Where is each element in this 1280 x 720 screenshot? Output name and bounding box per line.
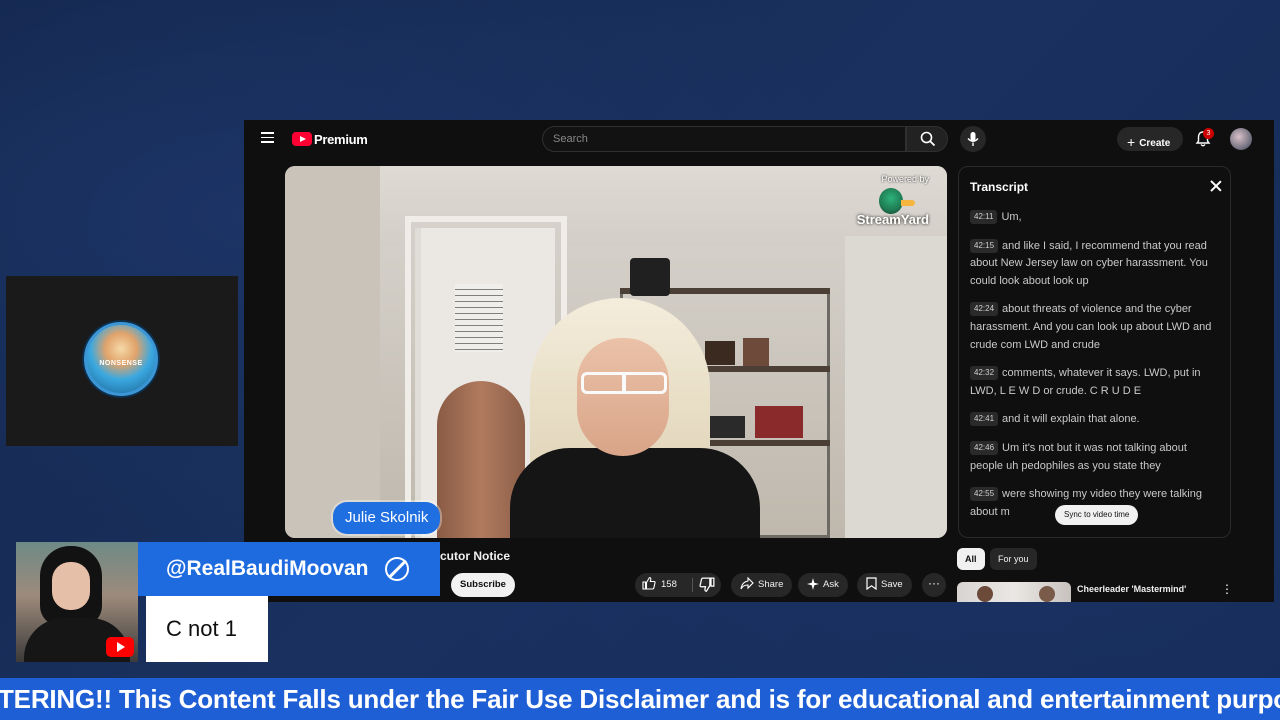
speaker-name-tag: Julie Skolnik (333, 502, 441, 534)
streamyard-logo-beak (901, 200, 915, 206)
streamyard-watermark: Powered by StreamYard (843, 174, 929, 227)
ask-button[interactable]: Ask (798, 573, 848, 597)
timestamp: 42:24 (970, 302, 999, 317)
sync-to-video-time-button[interactable]: Sync to video time (1055, 505, 1139, 525)
channel-logo-text: NONSENSE (99, 360, 143, 367)
timestamp: 42:55 (970, 487, 999, 502)
transcript-segment[interactable]: 42:41 and it will explain that alone. (970, 411, 1222, 429)
like-count: 158 (661, 579, 677, 590)
prohibited-icon (385, 557, 409, 581)
wall-poster (455, 284, 503, 352)
youtube-icon (106, 637, 134, 657)
transcript-segment[interactable]: 42:11 Um, (970, 209, 1222, 227)
like-dislike-group: 158 (635, 573, 721, 597)
search-icon (920, 131, 936, 147)
transcript-segment[interactable]: 42:24 about threats of violence and the c… (970, 301, 1222, 354)
transcript-segment[interactable]: 42:46 Um it's not but it was not talking … (970, 440, 1222, 475)
segment-text: and it will explain that alone. (1002, 413, 1140, 426)
account-avatar[interactable] (1230, 128, 1252, 150)
kebab-menu-icon[interactable]: ⋮ (1221, 583, 1233, 595)
channel-logo (84, 322, 158, 396)
plus-icon: + (1127, 134, 1136, 150)
bookmark-icon (866, 577, 877, 591)
menu-icon[interactable] (261, 132, 274, 143)
streamyard-logo-icon (879, 188, 903, 214)
thumbs-up-icon (642, 576, 656, 590)
segment-text: comments, whatever it says. LWD, put in … (970, 367, 1201, 397)
share-icon (740, 576, 754, 590)
streamyard-label: StreamYard (856, 212, 929, 227)
segment-text: about threats of violence and the cyber … (970, 303, 1212, 351)
create-button[interactable]: + Create (1117, 127, 1183, 151)
thumbnail-face (977, 586, 993, 602)
create-label: Create (1139, 138, 1171, 149)
search-button[interactable] (906, 126, 948, 152)
close-icon[interactable] (1210, 180, 1222, 192)
transcript-panel: Transcript 42:11 Um, 42:15 and like I said… (958, 166, 1231, 538)
youtube-window: Premium Search + Create 3 Julie Skolnik … (244, 120, 1274, 602)
banner-subtext-label: C not 1 (166, 616, 237, 641)
timestamp: 42:46 (970, 440, 999, 455)
divider (692, 578, 693, 592)
person-face (577, 338, 669, 456)
transcript-segments: 42:11 Um, 42:15 and like I said, I recomme… (970, 209, 1222, 532)
banner-subtext: C not 1 (146, 596, 268, 662)
chip-all[interactable]: All (957, 548, 985, 570)
ask-label: Ask (823, 579, 839, 590)
youtube-logo[interactable]: Premium (292, 131, 368, 147)
recommendation-title[interactable]: Cheerleader 'Mastermind' (1077, 584, 1186, 594)
host-camera (16, 542, 138, 662)
black-box (705, 416, 745, 438)
search-input[interactable]: Search (542, 126, 906, 152)
subscribe-button[interactable]: Subscribe (451, 573, 515, 597)
picture-frame (743, 338, 769, 366)
share-button[interactable]: Share (731, 573, 793, 597)
save-label: Save (881, 579, 903, 590)
channel-handle: @RealBaudiMoovan (166, 557, 369, 580)
chip-for-you[interactable]: For you (990, 548, 1037, 570)
red-box (755, 406, 803, 438)
picture-frame (705, 341, 735, 365)
room-wall (285, 166, 380, 538)
recommendation-thumbnail[interactable] (957, 582, 1071, 602)
video-title: cutor Notice (440, 549, 511, 563)
transcript-segment[interactable]: 42:32 comments, whatever it says. LWD, pu… (970, 365, 1222, 400)
powered-by-label: Powered by (881, 174, 929, 184)
like-button[interactable]: 158 (642, 573, 677, 597)
save-button[interactable]: Save (857, 573, 912, 597)
more-actions-icon[interactable]: ··· (922, 573, 946, 597)
masthead: Premium Search + Create 3 (244, 120, 1274, 158)
microphone-icon (967, 132, 979, 146)
transcript-segment[interactable]: 42:15 and like I said, I recommend that y… (970, 238, 1222, 291)
share-label: Share (758, 579, 784, 590)
transcript-title: Transcript (970, 180, 1029, 194)
segment-text: Um it's not but it was not talking about… (970, 441, 1187, 472)
segment-text: and like I said, I recommend that you re… (970, 239, 1208, 287)
thumbs-down-icon[interactable] (699, 577, 715, 593)
youtube-play-icon (292, 132, 312, 146)
speaker-object (630, 258, 670, 296)
timestamp: 42:32 (970, 366, 999, 381)
video-player[interactable]: Julie Skolnik Powered by StreamYard (285, 166, 947, 538)
glasses (581, 372, 667, 394)
voice-search-button[interactable] (960, 126, 986, 152)
youtube-logo-label: Premium (314, 131, 368, 147)
timestamp: 42:11 (970, 210, 998, 224)
sparkle-icon (807, 578, 819, 590)
host-face (52, 562, 90, 610)
room-wall-right (845, 236, 947, 538)
disclaimer-ticker: TERING!! This Content Falls under the Fa… (0, 678, 1280, 720)
thumbnail-face (1039, 586, 1055, 602)
notification-badge: 3 (1203, 128, 1214, 139)
segment-text: Um, (1001, 211, 1022, 223)
timestamp: 42:41 (970, 412, 999, 427)
timestamp: 42:15 (970, 238, 999, 253)
person-body (510, 448, 760, 538)
ticker-text: TERING!! This Content Falls under the Fa… (0, 684, 1280, 714)
